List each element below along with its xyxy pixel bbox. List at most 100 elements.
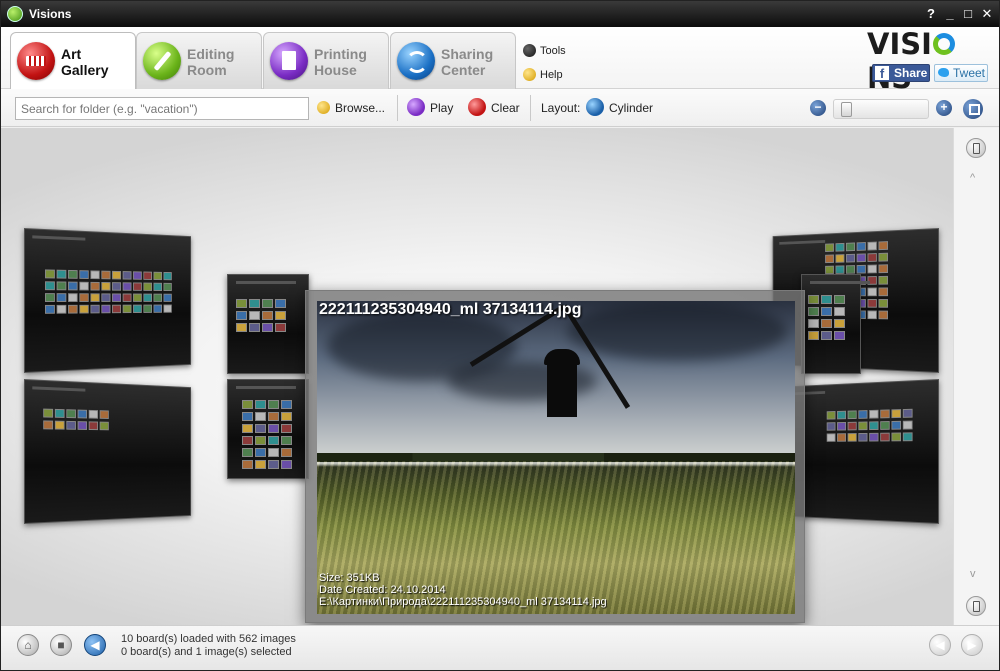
thumbnail[interactable] xyxy=(846,242,855,251)
thumbnail[interactable] xyxy=(846,265,855,274)
thumbnail[interactable] xyxy=(255,412,266,421)
thumbnail[interactable] xyxy=(43,409,53,418)
close-button[interactable]: ✕ xyxy=(979,5,995,22)
previous-button[interactable]: ◀ xyxy=(929,634,951,656)
thumbnail[interactable] xyxy=(123,305,132,313)
thumbnail[interactable] xyxy=(57,305,67,314)
thumbnail[interactable] xyxy=(112,305,121,313)
thumbnail[interactable] xyxy=(123,271,132,280)
thumbnail[interactable] xyxy=(821,319,832,328)
thumbnail[interactable] xyxy=(869,410,878,419)
thumbnail[interactable] xyxy=(281,400,292,409)
thumbnail[interactable] xyxy=(891,409,901,418)
thumbnail[interactable] xyxy=(236,299,247,308)
thumbnail[interactable] xyxy=(868,253,877,262)
thumbnail[interactable] xyxy=(834,295,845,304)
thumbnail[interactable] xyxy=(858,422,867,431)
thumbnail[interactable] xyxy=(281,448,292,457)
thumbnail[interactable] xyxy=(236,323,247,332)
thumbnail[interactable] xyxy=(903,432,913,441)
thumbnail[interactable] xyxy=(879,287,888,296)
thumbnail[interactable] xyxy=(133,271,142,279)
thumbnail[interactable] xyxy=(89,410,98,419)
thumbnail[interactable] xyxy=(66,421,76,430)
thumbnail[interactable] xyxy=(153,305,161,313)
thumbnail[interactable] xyxy=(827,433,836,441)
thumbnail[interactable] xyxy=(281,460,292,469)
thumbnail[interactable] xyxy=(163,283,171,291)
thumbnail[interactable] xyxy=(808,331,819,340)
thumbnail[interactable] xyxy=(143,305,152,313)
thumbnail[interactable] xyxy=(68,305,78,314)
thumbnail[interactable] xyxy=(90,305,99,314)
thumbnail[interactable] xyxy=(825,243,834,252)
thumbnail[interactable] xyxy=(857,265,866,274)
thumbnail[interactable] xyxy=(821,331,832,340)
thumbnail[interactable] xyxy=(868,242,877,251)
tweet-button[interactable]: Tweet xyxy=(934,64,988,82)
thumbnail[interactable] xyxy=(255,436,266,445)
thumbnail[interactable] xyxy=(143,272,152,280)
maximize-button[interactable]: □ xyxy=(960,5,976,22)
thumbnail[interactable] xyxy=(825,255,834,264)
back-button[interactable]: ◀ xyxy=(84,634,106,656)
thumbnail[interactable] xyxy=(891,421,901,430)
thumbnail[interactable] xyxy=(880,409,889,418)
help-link[interactable]: Help xyxy=(523,68,563,84)
thumbnail[interactable] xyxy=(133,282,142,290)
thumbnail[interactable] xyxy=(869,433,878,442)
tab-editing-room[interactable]: Editing Room xyxy=(136,32,262,89)
thumbnail[interactable] xyxy=(45,293,55,302)
thumbnail[interactable] xyxy=(79,270,88,279)
thumbnail[interactable] xyxy=(268,436,279,445)
thumbnail[interactable] xyxy=(242,448,253,457)
thumbnail[interactable] xyxy=(101,293,110,302)
thumbnail[interactable] xyxy=(89,421,98,430)
thumbnail[interactable] xyxy=(827,411,836,420)
board[interactable] xyxy=(227,379,309,479)
zoom-in-button[interactable]: + xyxy=(936,100,952,116)
scroll-bottom-button[interactable] xyxy=(966,596,986,616)
thumbnail[interactable] xyxy=(846,254,855,263)
thumbnail[interactable] xyxy=(133,294,142,302)
thumbnail[interactable] xyxy=(78,421,87,430)
thumbnail[interactable] xyxy=(837,433,846,441)
thumbnail[interactable] xyxy=(242,424,253,433)
thumbnail[interactable] xyxy=(869,421,878,430)
thumbnail[interactable] xyxy=(79,293,88,302)
thumbnail[interactable] xyxy=(79,305,88,314)
zoom-out-button[interactable]: − xyxy=(810,100,826,116)
thumbnail[interactable] xyxy=(55,421,65,430)
thumbnail[interactable] xyxy=(879,299,888,308)
thumbnail[interactable] xyxy=(834,307,845,316)
thumbnail[interactable] xyxy=(242,400,253,409)
thumbnail[interactable] xyxy=(834,331,845,340)
minimize-button[interactable]: _ xyxy=(942,5,958,22)
clear-button[interactable]: Clear xyxy=(468,98,520,120)
thumbnail[interactable] xyxy=(249,323,260,332)
thumbnail[interactable] xyxy=(242,412,253,421)
thumbnail[interactable] xyxy=(857,253,866,262)
thumbnail[interactable] xyxy=(891,432,901,441)
tools-link[interactable]: Tools xyxy=(523,44,566,60)
browse-button[interactable]: Browse... xyxy=(317,98,385,120)
image-preview[interactable]: 222111235304940_ml 37134114.jpg Size: 35… xyxy=(305,290,805,623)
thumbnail[interactable] xyxy=(45,269,55,278)
thumbnail[interactable] xyxy=(868,299,877,308)
title-bar[interactable]: Visions ? _ □ ✕ xyxy=(1,1,999,27)
thumbnail[interactable] xyxy=(255,400,266,409)
thumbnail[interactable] xyxy=(834,319,845,328)
thumbnail[interactable] xyxy=(868,265,877,274)
thumbnail[interactable] xyxy=(281,436,292,445)
thumbnail[interactable] xyxy=(835,254,844,263)
thumbnail[interactable] xyxy=(153,272,161,280)
gallery-cylinder-view[interactable]: 222111235304940_ml 37134114.jpg Size: 35… xyxy=(1,128,953,625)
thumbnail[interactable] xyxy=(879,311,888,320)
thumbnail[interactable] xyxy=(268,460,279,469)
folder-search-input[interactable] xyxy=(15,97,309,120)
thumbnail[interactable] xyxy=(835,265,844,274)
fullscreen-button[interactable] xyxy=(963,99,983,119)
board[interactable] xyxy=(24,379,191,524)
thumbnail[interactable] xyxy=(68,270,78,279)
thumbnail[interactable] xyxy=(848,422,857,431)
